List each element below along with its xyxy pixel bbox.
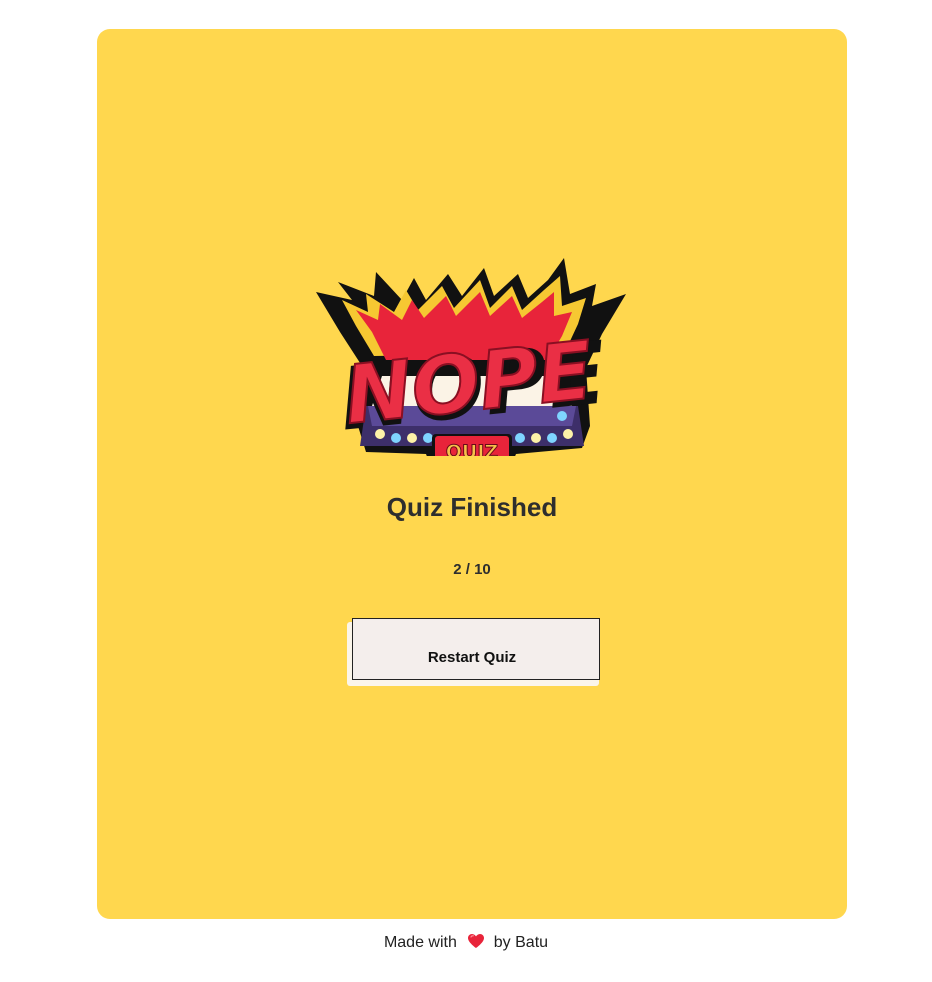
logo-badge-text: QUIZ xyxy=(446,441,498,456)
score-readout: 2 / 10 xyxy=(453,561,491,578)
footer-suffix: by Batu xyxy=(493,934,549,951)
result-title: Quiz Finished xyxy=(386,492,558,522)
restart-quiz-button[interactable]: Restart Quiz xyxy=(352,618,600,680)
restart-quiz-label: Restart Quiz xyxy=(427,648,517,666)
quiz-result-card: NOPE NOPE QUIZ Quiz Finished 2 / 10 Rest… xyxy=(97,29,847,919)
footer-prefix: Made with xyxy=(383,934,457,951)
nope-quiz-logo: NOPE NOPE QUIZ xyxy=(316,256,628,456)
heart-icon xyxy=(467,933,485,956)
footer: Made with by Batu xyxy=(0,932,932,956)
